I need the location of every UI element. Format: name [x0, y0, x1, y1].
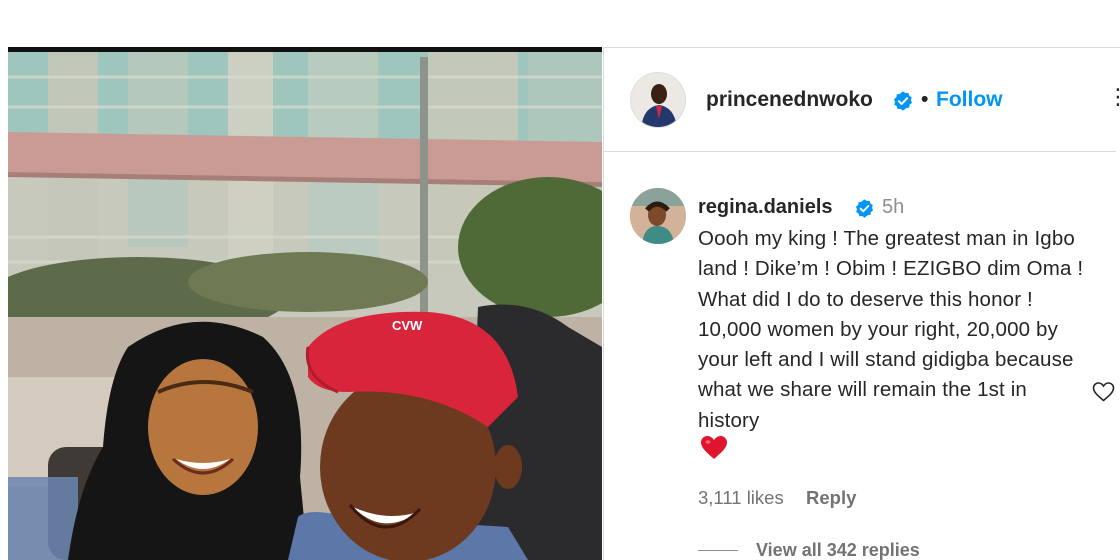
- commenter-verified-badge-icon: [855, 199, 874, 218]
- view-replies-label: View all 342 replies: [756, 540, 920, 560]
- comment-likes-count[interactable]: 3,111 likes: [698, 487, 784, 509]
- verified-badge-icon: [894, 91, 912, 111]
- commenter-avatar-image: [630, 188, 686, 244]
- more-options-icon[interactable]: ⋮: [1107, 84, 1120, 110]
- commenter-username[interactable]: regina.daniels: [698, 196, 833, 219]
- comment-text: Oooh my king ! The greatest man in Igbo …: [698, 227, 1084, 432]
- red-heart-emoji: [701, 436, 727, 459]
- post-photo[interactable]: CVW: [8, 47, 602, 560]
- author-avatar[interactable]: [630, 72, 686, 128]
- post-sidebar: princenednwoko • Follow ⋮ regina.daniels: [603, 47, 1120, 560]
- post-header: princenednwoko • Follow ⋮: [604, 48, 1120, 152]
- like-comment-heart-icon[interactable]: [1091, 380, 1116, 404]
- comment-item: regina.daniels 5h Oooh my king ! The gre…: [604, 152, 1116, 560]
- replies-divider-line: [698, 550, 738, 551]
- author-username[interactable]: princenednwoko: [706, 88, 873, 112]
- reply-button[interactable]: Reply: [806, 487, 856, 509]
- cap-logo: CVW: [392, 318, 423, 333]
- author-avatar-image: [631, 73, 685, 127]
- view-replies-button[interactable]: View all 342 replies: [698, 540, 920, 560]
- header-separator: •: [921, 88, 929, 111]
- follow-button[interactable]: Follow: [936, 88, 1003, 112]
- commenter-avatar[interactable]: [630, 188, 686, 244]
- photo-top-border: [8, 47, 602, 52]
- instagram-post-screenshot: CVW princenednwoko • Follow ⋮ regina.dan…: [0, 0, 1120, 560]
- umbrella-pole: [420, 57, 428, 337]
- post-photo-illustration: CVW: [8, 47, 602, 560]
- comment-timestamp[interactable]: 5h: [882, 196, 904, 219]
